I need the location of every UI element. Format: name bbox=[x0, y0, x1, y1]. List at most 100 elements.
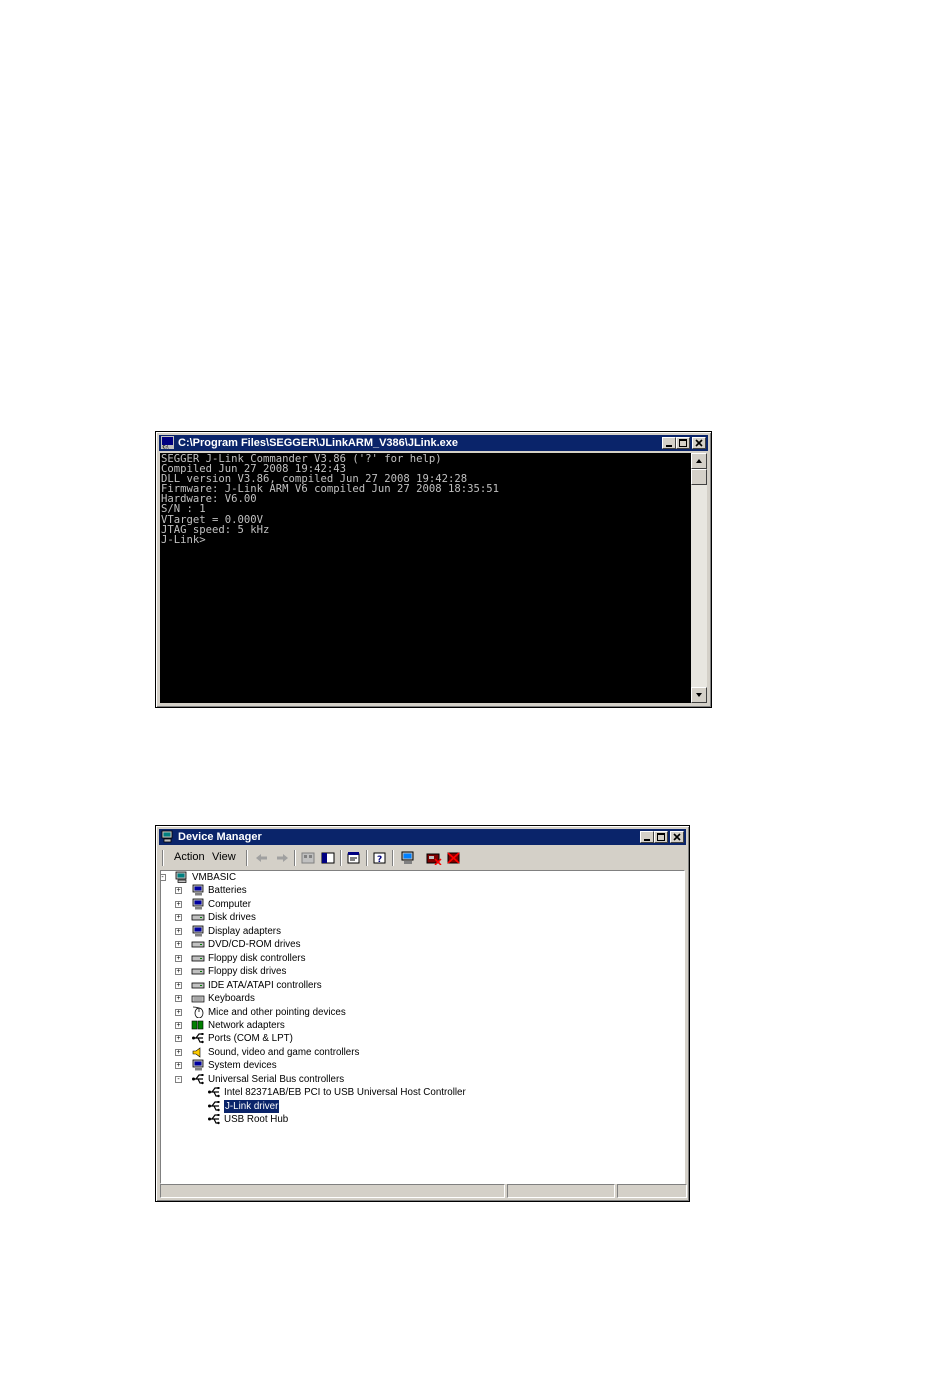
toolbar-separator bbox=[366, 850, 368, 866]
tree-category[interactable]: + Floppy disk controllers bbox=[161, 952, 684, 965]
status-panel bbox=[507, 1184, 615, 1198]
tree-category[interactable]: + IDE ATA/ATAPI controllers bbox=[161, 979, 684, 992]
device-tree[interactable]: - VMBASIC + Batteries + Computer + Disk drives +… bbox=[160, 870, 685, 1184]
scan-hardware-icon[interactable] bbox=[400, 851, 416, 865]
show-hide-tree-icon[interactable] bbox=[320, 851, 336, 865]
close-button[interactable] bbox=[670, 831, 684, 843]
svg-text:C:\: C:\ bbox=[163, 445, 170, 450]
tree-device[interactable]: J-Link driver bbox=[161, 1099, 684, 1113]
console-scrollbar[interactable] bbox=[691, 453, 707, 703]
expand-icon[interactable]: + bbox=[175, 1048, 182, 1056]
minimize-button[interactable] bbox=[640, 831, 654, 843]
toolbar-separator bbox=[340, 850, 342, 866]
usb-icon bbox=[208, 1100, 220, 1111]
expand-icon[interactable]: + bbox=[175, 927, 182, 935]
console-title-bar[interactable]: C:\ C:\Program Files\SEGGER\JLinkARM_V38… bbox=[159, 435, 708, 451]
tree-label: Keyboards bbox=[208, 993, 255, 1005]
help-icon[interactable]: ? bbox=[372, 851, 388, 865]
tree-label: Floppy disk drives bbox=[208, 966, 287, 978]
minimize-button[interactable] bbox=[662, 437, 676, 449]
expand-icon[interactable]: + bbox=[175, 914, 182, 922]
tree-label: Mice and other pointing devices bbox=[208, 1006, 346, 1018]
arrow-up-icon bbox=[696, 459, 702, 463]
disable-device-icon[interactable] bbox=[426, 851, 442, 865]
tree-category[interactable]: + Floppy disk drives bbox=[161, 965, 684, 978]
tree-label: USB Root Hub bbox=[224, 1114, 289, 1126]
maximize-button[interactable] bbox=[654, 831, 668, 843]
close-icon bbox=[695, 439, 703, 447]
tree-label: Batteries bbox=[208, 885, 247, 897]
tree-category[interactable]: + Ports (COM & LPT) bbox=[161, 1032, 684, 1045]
console-line: Hardware: V6.00 bbox=[161, 493, 257, 506]
up-level-icon[interactable] bbox=[300, 851, 316, 865]
collapse-icon[interactable]: - bbox=[175, 1075, 182, 1083]
tree-label: Floppy disk controllers bbox=[208, 952, 306, 964]
expand-icon[interactable]: + bbox=[175, 968, 182, 976]
drive-icon bbox=[191, 955, 205, 962]
tree-label: VMBASIC bbox=[192, 872, 237, 883]
expand-icon[interactable]: + bbox=[175, 1035, 182, 1043]
expand-icon[interactable]: + bbox=[175, 941, 182, 949]
selected-device-label: J-Link driver bbox=[224, 1099, 280, 1113]
tree-label: Ports (COM & LPT) bbox=[208, 1033, 293, 1045]
scroll-down-button[interactable] bbox=[691, 687, 707, 703]
device-icon bbox=[192, 1006, 204, 1018]
expand-icon[interactable]: + bbox=[175, 981, 182, 989]
toolbar-separator bbox=[392, 850, 394, 866]
expand-icon[interactable]: + bbox=[175, 1008, 182, 1016]
scroll-up-button[interactable] bbox=[691, 453, 707, 469]
console-line: JTAG speed: 5 kHz bbox=[161, 523, 270, 536]
console-title-text: C:\Program Files\SEGGER\JLinkARM_V386\JL… bbox=[178, 437, 458, 449]
collapse-icon[interactable]: - bbox=[161, 874, 166, 881]
device-icon bbox=[191, 995, 205, 1003]
maximize-button[interactable] bbox=[676, 437, 690, 449]
drive-icon bbox=[191, 914, 205, 921]
tree-category[interactable]: - Universal Serial Bus controllers bbox=[161, 1073, 684, 1086]
tree-category[interactable]: + Display adapters bbox=[161, 925, 684, 938]
expand-icon[interactable]: + bbox=[175, 1062, 182, 1070]
device-icon bbox=[192, 898, 204, 910]
menu-view[interactable]: View bbox=[212, 851, 236, 863]
expand-icon[interactable]: + bbox=[175, 1021, 182, 1029]
tree-category[interactable]: - VMBASIC bbox=[161, 871, 684, 884]
properties-icon[interactable] bbox=[346, 851, 362, 865]
device-icon bbox=[192, 885, 204, 896]
expand-icon[interactable]: + bbox=[175, 887, 182, 895]
back-arrow-icon[interactable] bbox=[254, 851, 270, 865]
tree-category[interactable]: + Keyboards bbox=[161, 992, 684, 1005]
tree-category[interactable]: + Batteries bbox=[161, 884, 684, 897]
forward-arrow-icon[interactable] bbox=[274, 851, 290, 865]
maximize-icon bbox=[679, 439, 687, 447]
tree-category[interactable]: + Disk drives bbox=[161, 911, 684, 924]
devmgr-title-text: Device Manager bbox=[178, 831, 262, 843]
svg-text:?: ? bbox=[377, 855, 382, 865]
tree-label: Intel 82371AB/EB PCI to USB Universal Ho… bbox=[224, 1087, 466, 1099]
expand-icon[interactable]: + bbox=[175, 954, 182, 962]
console-output[interactable]: SEGGER J-Link Commander V3.86 ('?' for h… bbox=[160, 453, 691, 703]
close-button[interactable] bbox=[692, 437, 706, 449]
minimize-icon bbox=[666, 445, 672, 447]
tree-device[interactable]: Intel 82371AB/EB PCI to USB Universal Ho… bbox=[161, 1086, 684, 1099]
scroll-thumb[interactable] bbox=[691, 469, 707, 485]
uninstall-device-icon[interactable] bbox=[446, 851, 462, 865]
drive-icon bbox=[191, 982, 205, 988]
tree-category[interactable]: + Computer bbox=[161, 898, 684, 911]
tree-label: DVD/CD-ROM drives bbox=[208, 939, 301, 951]
devmgr-title-bar[interactable]: Device Manager bbox=[159, 829, 686, 845]
arrow-down-icon bbox=[696, 693, 702, 697]
tree-category[interactable]: + Mice and other pointing devices bbox=[161, 1006, 684, 1019]
expand-icon[interactable]: + bbox=[175, 900, 182, 908]
tree-category[interactable]: + Network adapters bbox=[161, 1019, 684, 1032]
tree-device[interactable]: USB Root Hub bbox=[161, 1113, 684, 1126]
toolbar-separator bbox=[246, 850, 248, 866]
expand-icon[interactable]: + bbox=[175, 995, 182, 1003]
device-manager-window[interactable]: Device Manager Action View ? - VMBASIC +… bbox=[155, 825, 690, 1202]
tree-category[interactable]: + System devices bbox=[161, 1059, 684, 1072]
console-window[interactable]: C:\ C:\Program Files\SEGGER\JLinkARM_V38… bbox=[155, 431, 712, 708]
toolbar-separator bbox=[294, 850, 296, 866]
tree-label: Display adapters bbox=[208, 925, 281, 937]
tree-label: Computer bbox=[208, 898, 252, 910]
tree-category[interactable]: + Sound, video and game controllers bbox=[161, 1046, 684, 1059]
tree-category[interactable]: + DVD/CD-ROM drives bbox=[161, 938, 684, 951]
menu-action[interactable]: Action bbox=[174, 851, 205, 863]
